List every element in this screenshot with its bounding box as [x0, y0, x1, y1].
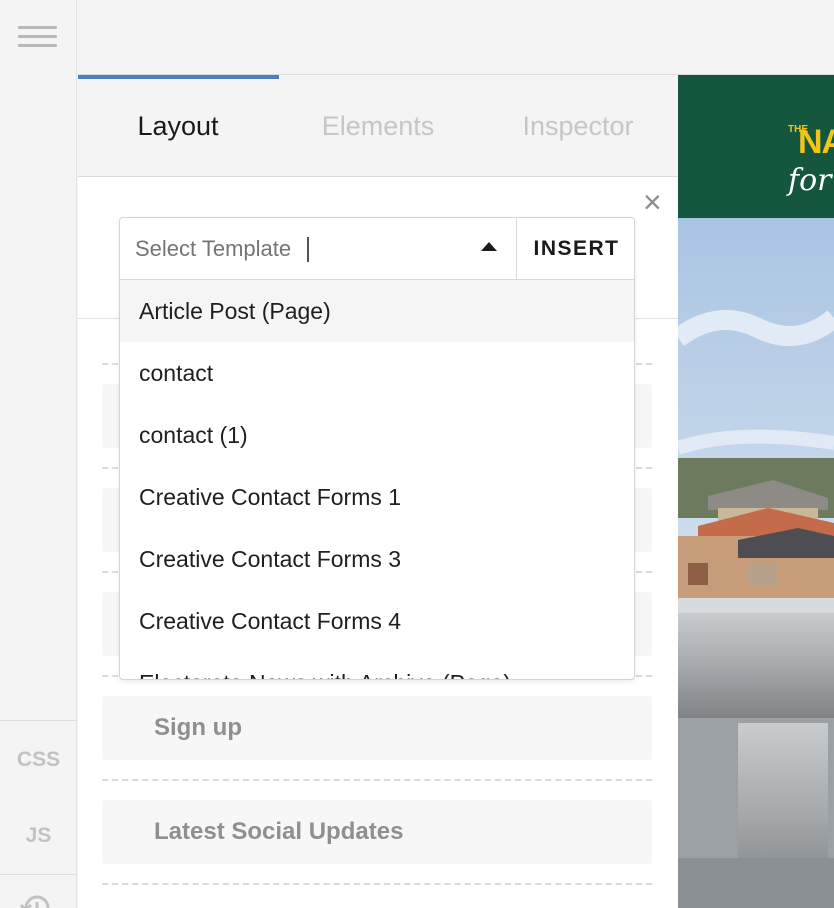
logo-text: NA — [798, 123, 834, 161]
block-separator — [102, 883, 652, 885]
block-separator — [102, 779, 652, 781]
template-option[interactable]: Article Post (Page) — [120, 280, 634, 342]
template-option[interactable]: contact (1) — [120, 404, 634, 466]
logo-the-text: THE — [788, 124, 808, 135]
hamburger-menu-icon[interactable] — [18, 26, 57, 48]
js-button[interactable]: JS — [0, 824, 77, 848]
layout-block-latest-social-updates[interactable]: Latest Social Updates — [102, 800, 652, 864]
template-option[interactable]: contact — [120, 342, 634, 404]
preview-banner: THE NA for — [678, 75, 834, 218]
top-bar — [78, 0, 834, 75]
history-icon[interactable] — [20, 893, 54, 908]
template-option[interactable]: Electorate News with Archive (Page) — [120, 652, 634, 679]
block-label: Latest Social Updates — [154, 818, 404, 845]
close-icon[interactable]: × — [643, 185, 662, 219]
template-select: INSERT Article Post (Page) contact conta… — [119, 217, 635, 680]
logo-tagline: for — [788, 163, 832, 198]
page-preview: THE NA for — [678, 75, 834, 908]
app-root: CSS JS Layout Elements Inspector × Sign … — [0, 0, 834, 908]
tab-elements[interactable]: Elements — [278, 75, 478, 177]
layout-block-sign-up[interactable]: Sign up — [102, 696, 652, 760]
template-option[interactable]: Creative Contact Forms 3 — [120, 528, 634, 590]
rail-divider — [0, 874, 77, 875]
tab-layout[interactable]: Layout — [78, 75, 278, 177]
left-rail: CSS JS — [0, 0, 77, 908]
template-option[interactable]: Creative Contact Forms 4 — [120, 590, 634, 652]
template-search-input[interactable] — [120, 218, 516, 279]
template-select-row: INSERT — [120, 218, 634, 280]
preview-photo — [678, 218, 834, 908]
tab-inspector[interactable]: Inspector — [478, 75, 678, 177]
rail-divider — [0, 720, 77, 721]
text-cursor — [307, 237, 309, 262]
css-button[interactable]: CSS — [0, 748, 77, 772]
chevron-up-icon[interactable] — [481, 242, 497, 251]
insert-button[interactable]: INSERT — [516, 218, 634, 279]
template-option[interactable]: Creative Contact Forms 1 — [120, 466, 634, 528]
panel-tabs: Layout Elements Inspector — [78, 75, 678, 177]
block-label: Sign up — [154, 714, 242, 741]
